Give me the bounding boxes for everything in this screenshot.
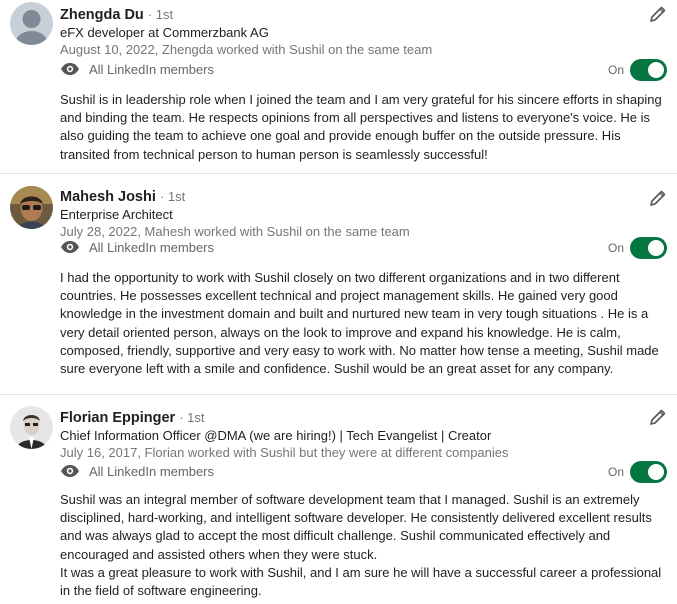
toggle-label: On [607, 465, 624, 479]
eye-icon [61, 465, 79, 477]
recommendation-date: July 16, 2017, Florian worked with Sushi… [60, 445, 509, 460]
recommender-name-line: Zhengda Du · 1st [60, 6, 677, 24]
visibility-row: All LinkedIn members On [60, 59, 677, 81]
recommendation-item: Mahesh Joshi · 1st Enterprise Architect … [0, 173, 677, 394]
visibility-row: All LinkedIn members On [60, 237, 677, 259]
avatar[interactable] [10, 406, 53, 449]
visibility-toggle[interactable]: On [608, 237, 667, 259]
toggle-label: On [607, 241, 624, 255]
recommendation-date: August 10, 2022, Zhengda worked with Sus… [60, 42, 433, 57]
visibility-row: All LinkedIn members On [60, 461, 677, 483]
avatar[interactable] [10, 186, 53, 229]
visibility-label: All LinkedIn members [89, 62, 214, 77]
recommendation-item: Florian Eppinger · 1st Chief Information… [0, 394, 677, 604]
pencil-icon[interactable] [649, 189, 667, 207]
eye-icon [61, 241, 79, 253]
toggle-label: On [607, 63, 624, 77]
visibility-toggle[interactable]: On [608, 461, 667, 483]
recommendation-text: Sushil was an integral member of softwar… [60, 492, 662, 599]
toggle-switch[interactable] [630, 59, 667, 81]
recommender-name[interactable]: Mahesh Joshi [60, 189, 156, 205]
recommender-headline: Enterprise Architect [60, 207, 173, 222]
pencil-icon[interactable] [649, 5, 667, 23]
recommender-name-line: Florian Eppinger · 1st [60, 409, 677, 427]
recommendation-text: I had the opportunity to work with Sushi… [60, 270, 659, 377]
visibility-label: All LinkedIn members [89, 240, 214, 255]
recommender-name[interactable]: Florian Eppinger [60, 410, 175, 426]
eye-icon [61, 63, 79, 75]
toggle-switch[interactable] [630, 237, 667, 259]
connection-degree: · 1st [159, 189, 186, 204]
connection-degree: · 1st [147, 7, 174, 22]
avatar[interactable] [10, 2, 53, 45]
recommender-name[interactable]: Zhengda Du [60, 7, 144, 23]
recommender-name-line: Mahesh Joshi · 1st [60, 188, 677, 206]
recommendation-item: Zhengda Du · 1st eFX developer at Commer… [0, 0, 677, 173]
recommendation-text: Sushil is in leadership role when I join… [60, 92, 662, 162]
connection-degree: · 1st [179, 410, 205, 425]
recommender-headline: Chief Information Officer @DMA (we are h… [60, 428, 492, 443]
visibility-toggle[interactable]: On [608, 59, 667, 81]
toggle-switch[interactable] [630, 461, 667, 483]
pencil-icon[interactable] [649, 408, 667, 426]
recommender-headline: eFX developer at Commerzbank AG [60, 25, 269, 40]
visibility-label: All LinkedIn members [89, 464, 214, 479]
